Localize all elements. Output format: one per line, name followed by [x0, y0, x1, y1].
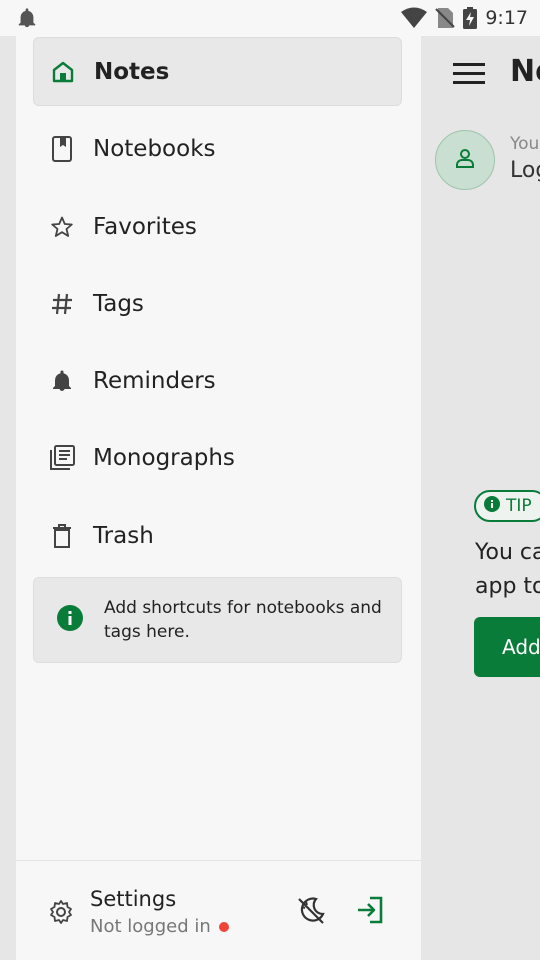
notification-bell-icon — [16, 7, 38, 29]
star-icon — [47, 212, 77, 242]
shortcuts-hint: Add shortcuts for notebooks and tags her… — [33, 577, 402, 663]
theme-toggle-button[interactable] — [296, 896, 328, 928]
clock-time: 9:17 — [485, 7, 528, 29]
hamburger-menu-button[interactable] — [453, 58, 485, 90]
nav-item-notes[interactable]: Notes — [33, 37, 402, 106]
login-icon — [356, 896, 384, 928]
bell-icon — [47, 366, 77, 396]
shortcuts-hint-text: Add shortcuts for notebooks and tags her… — [104, 598, 382, 642]
tip-text: You ca app to — [475, 536, 540, 604]
gear-icon[interactable] — [48, 899, 74, 929]
nav-item-notebooks[interactable]: Notebooks — [33, 114, 402, 183]
nav-item-trash[interactable]: Trash — [33, 501, 402, 570]
monograph-icon — [47, 443, 77, 473]
user-icon — [453, 146, 477, 174]
nav-item-label: Notes — [94, 58, 170, 85]
no-sim-icon — [435, 7, 456, 29]
status-dot — [218, 921, 229, 932]
home-icon — [48, 57, 78, 87]
tip-badge: TIP — [474, 490, 540, 522]
account-caption: You — [510, 134, 540, 154]
settings-button[interactable]: Settings — [90, 887, 176, 911]
wifi-icon — [401, 7, 428, 29]
trash-icon — [47, 521, 77, 551]
nav-item-label: Monographs — [93, 444, 235, 471]
info-icon — [484, 495, 500, 517]
drawer-footer: Settings Not logged in — [16, 860, 421, 960]
tip-text-line: app to — [475, 574, 540, 599]
nav-item-monographs[interactable]: Monographs — [33, 423, 402, 492]
nav-item-label: Tags — [93, 290, 144, 317]
info-icon — [56, 604, 84, 636]
login-button[interactable] — [356, 896, 388, 928]
avatar[interactable] — [435, 130, 495, 190]
nav-item-label: Favorites — [93, 213, 197, 240]
login-status-text: Not logged in — [90, 916, 211, 937]
nav-item-label: Notebooks — [93, 135, 216, 162]
login-status: Not logged in — [90, 916, 229, 937]
tip-text-line: You ca — [475, 540, 540, 565]
main-content: No You Log TIP You ca app to Add — [421, 36, 540, 960]
nav-item-reminders[interactable]: Reminders — [33, 346, 402, 415]
nav-item-label: Reminders — [93, 367, 216, 394]
nav-item-favorites[interactable]: Favorites — [33, 192, 402, 261]
page-title: No — [510, 54, 540, 89]
navigation-drawer: Notes Notebooks Favorites Tags Reminders… — [16, 36, 421, 960]
nav-item-label: Trash — [93, 522, 154, 549]
dark-mode-icon — [296, 897, 326, 930]
tip-badge-label: TIP — [506, 496, 532, 516]
nav-item-tags[interactable]: Tags — [33, 269, 402, 338]
status-bar: 9:17 — [0, 0, 540, 36]
account-login-text[interactable]: Log — [510, 158, 540, 183]
tip-action-button[interactable]: Add — [474, 617, 540, 677]
notebook-icon — [47, 134, 77, 164]
hashtag-icon — [47, 289, 77, 319]
battery-charging-icon — [463, 7, 478, 29]
